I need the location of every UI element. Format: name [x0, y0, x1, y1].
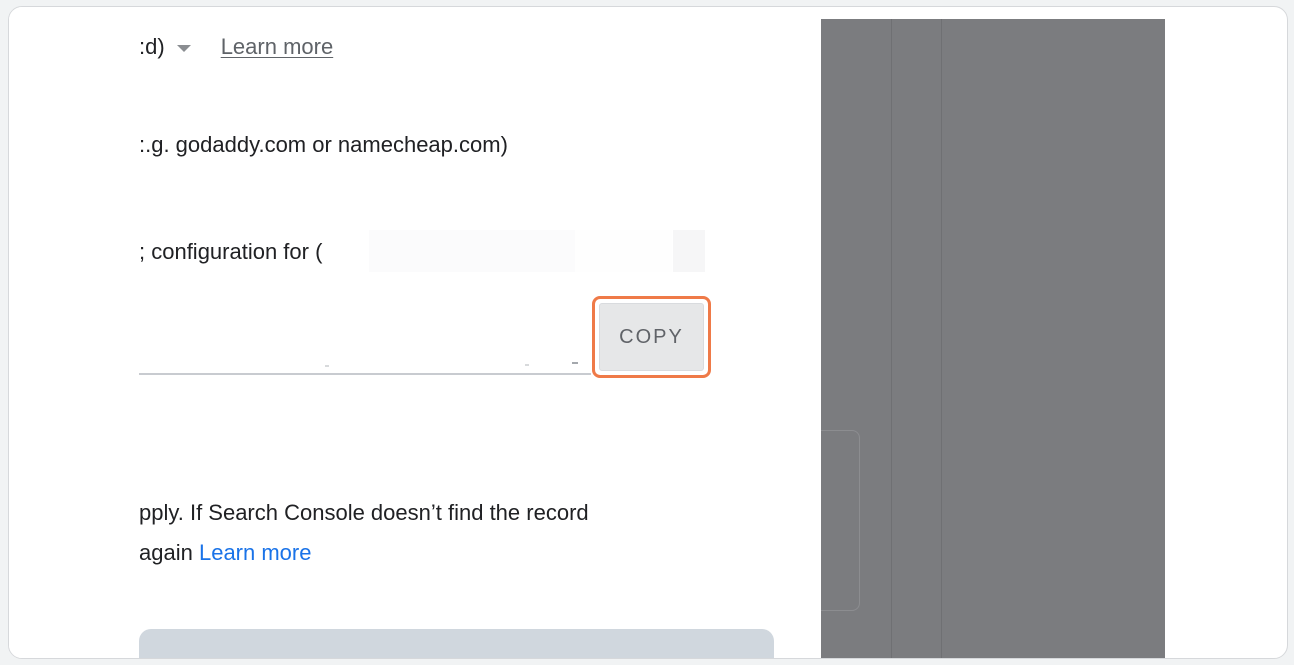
learn-more-link-bottom[interactable]: Learn more: [199, 540, 312, 565]
screenshot-frame: :d) Learn more :.g. godaddy.com or namec…: [8, 6, 1288, 659]
overlay-divider: [891, 19, 892, 658]
redacted-domain-continuation: [575, 230, 672, 272]
verification-instruction: pply. If Search Console doesn’t find the…: [139, 493, 749, 573]
configuration-instruction: ; configuration for (: [139, 239, 323, 264]
verification-text-line-two: again: [139, 540, 193, 565]
background-overlay: [821, 19, 1165, 658]
verification-text: pply. If Search Console doesn’t find the…: [139, 500, 589, 525]
bottom-panel: [139, 629, 774, 658]
copy-button[interactable]: COPY: [599, 303, 704, 371]
configuration-instruction-row: ; configuration for (: [139, 231, 322, 273]
dropdown-arrow-icon[interactable]: [176, 44, 191, 52]
verification-dialog: :d) Learn more :.g. godaddy.com or namec…: [9, 7, 821, 658]
overlay-divider: [941, 19, 942, 658]
redacted-domain: [369, 230, 576, 272]
redacted-domain-end: [673, 230, 705, 272]
record-type-row: :d) Learn more: [139, 31, 333, 63]
txt-record-field[interactable]: [139, 337, 591, 375]
registrar-instruction: :.g. godaddy.com or namecheap.com): [139, 132, 508, 157]
learn-more-link[interactable]: Learn more: [221, 34, 334, 60]
field-marker: [525, 364, 529, 366]
background-card-edge: [821, 430, 860, 611]
record-type-dropdown[interactable]: :d): [139, 34, 165, 60]
field-end-marker: [572, 362, 578, 364]
field-marker: [325, 365, 329, 367]
